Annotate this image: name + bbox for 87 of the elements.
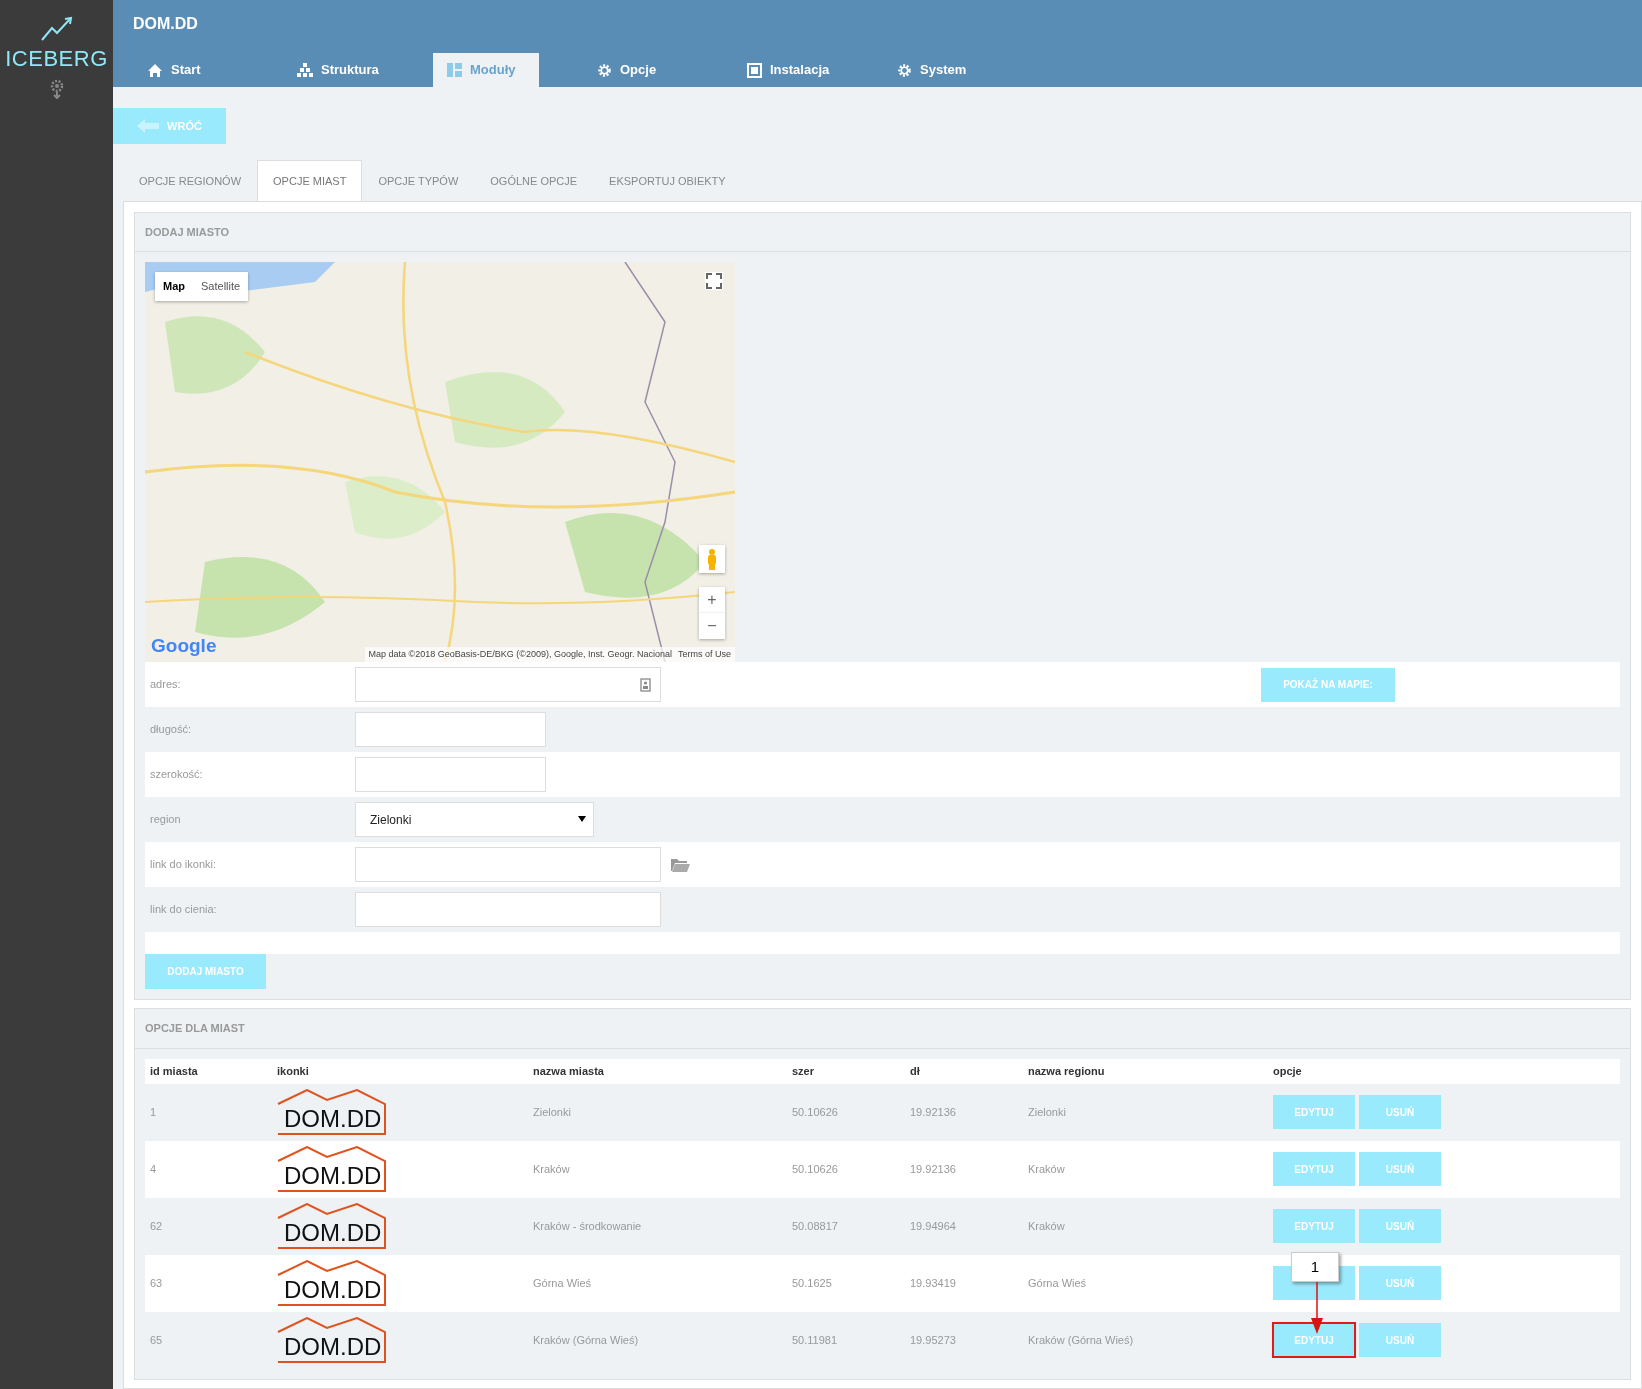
nav-tab[interactable]: System bbox=[883, 53, 1033, 87]
person-icon[interactable] bbox=[699, 545, 725, 573]
settings-icon bbox=[597, 62, 612, 78]
field-label: link do cienia: bbox=[150, 902, 218, 918]
table-cell-text: Zielonki bbox=[1028, 1104, 1067, 1120]
input-field[interactable] bbox=[355, 892, 661, 927]
settings-icon bbox=[897, 62, 912, 78]
table-cell-text: Górna Wieś bbox=[533, 1275, 593, 1291]
settings-icon[interactable] bbox=[48, 79, 65, 99]
input-field[interactable] bbox=[355, 847, 661, 882]
table-cell-text: Kraków (Górna Wieś) bbox=[533, 1332, 640, 1348]
table-cell-text: 19.94964 bbox=[910, 1218, 957, 1234]
tab[interactable]: OPCJE MIAST bbox=[257, 160, 363, 202]
column-header: nazwa miasta bbox=[533, 1063, 605, 1079]
table-cell-text: Kraków bbox=[1028, 1161, 1066, 1177]
terms-link[interactable]: Terms of Use bbox=[678, 647, 731, 661]
table-cell-text: 50.1625 bbox=[792, 1275, 833, 1291]
chart-line-icon bbox=[39, 16, 74, 42]
field-label: długość: bbox=[150, 722, 192, 738]
column-header: id miasta bbox=[150, 1063, 199, 1079]
table-cell-text: 19.95273 bbox=[910, 1332, 957, 1348]
nav-tab[interactable]: Struktura bbox=[283, 53, 433, 87]
house-logo: DOM.DD bbox=[277, 1260, 387, 1306]
table-cell-text: 65 bbox=[150, 1332, 164, 1348]
nav-tab[interactable]: Moduły bbox=[433, 53, 539, 87]
callout-arrow bbox=[1311, 1282, 1323, 1334]
card-title: OPCJE DLA MIAST bbox=[135, 1009, 1630, 1049]
map-logo: Google bbox=[151, 633, 217, 658]
table-cell-text: Górna Wieś bbox=[1028, 1275, 1088, 1291]
input-field[interactable] bbox=[355, 712, 546, 747]
table-cell-text: Kraków (Górna Wieś) bbox=[1028, 1332, 1135, 1348]
arrow-left-icon bbox=[137, 119, 160, 133]
house-logo: DOM.DD bbox=[277, 1203, 387, 1249]
field-label: link do ikonki: bbox=[150, 857, 218, 873]
table-cell-text: 50.10626 bbox=[792, 1161, 839, 1177]
table-cell-text: 63 bbox=[150, 1275, 164, 1291]
tab[interactable]: OPCJE TYPÓW bbox=[362, 160, 475, 202]
house-logo: DOM.DD bbox=[277, 1089, 387, 1135]
table-cell-text: 50.11981 bbox=[792, 1332, 839, 1348]
card-title: DODAJ MIASTO bbox=[135, 212, 1630, 252]
input-field[interactable] bbox=[355, 667, 661, 702]
table-cell-text: Kraków bbox=[533, 1161, 571, 1177]
column-header: ikonki bbox=[277, 1063, 310, 1079]
contact-card-icon bbox=[640, 678, 651, 692]
callout-tooltip: 1 bbox=[1291, 1252, 1339, 1282]
table-cell-text: 1 bbox=[150, 1104, 158, 1120]
nav-tab[interactable]: Instalacja bbox=[733, 53, 883, 87]
tab[interactable]: OPCJE REGIONÓW bbox=[123, 160, 258, 202]
map-type-tab[interactable]: Satellite bbox=[193, 272, 249, 301]
region-select[interactable]: Zielonki bbox=[355, 802, 594, 837]
column-header: nazwa regionu bbox=[1028, 1063, 1106, 1079]
house-logo: DOM.DD bbox=[277, 1146, 387, 1192]
frame-icon bbox=[747, 62, 762, 78]
house-logo: DOM.DD bbox=[277, 1317, 387, 1363]
layout-icon bbox=[447, 63, 462, 77]
sitemap-icon bbox=[297, 63, 313, 77]
nav-tab[interactable]: Start bbox=[133, 53, 283, 87]
table-cell-text: Kraków bbox=[1028, 1218, 1066, 1234]
site-title: DOM.DD bbox=[133, 14, 199, 34]
zoom-in-button[interactable]: + bbox=[699, 587, 725, 613]
zoom-out-button[interactable]: − bbox=[699, 613, 725, 639]
caret-icon bbox=[578, 816, 586, 822]
input-field[interactable] bbox=[355, 757, 546, 792]
nav-tab[interactable]: Opcje bbox=[583, 53, 733, 87]
table-cell-text: 50.08817 bbox=[792, 1218, 839, 1234]
field-label: region bbox=[150, 812, 182, 828]
tab[interactable]: OGÓLNE OPCJE bbox=[474, 160, 594, 202]
table-cell-text: 19.92136 bbox=[910, 1161, 957, 1177]
map-attribution: Map data ©2018 GeoBasis-DE/BKG (©2009), Google, Inst. Geogr. Nacional bbox=[368, 647, 672, 661]
column-header: szer bbox=[792, 1063, 816, 1079]
table-cell-text: 19.93419 bbox=[910, 1275, 957, 1291]
table-cell-text: 62 bbox=[150, 1218, 164, 1234]
column-header: dł bbox=[910, 1063, 921, 1079]
field-label: szerokość: bbox=[150, 767, 204, 783]
fullscreen-icon[interactable] bbox=[705, 272, 723, 290]
field-label: adres: bbox=[150, 677, 182, 693]
folder-icon[interactable] bbox=[671, 857, 690, 872]
table-cell-text: 19.92136 bbox=[910, 1104, 957, 1120]
home-icon bbox=[147, 62, 163, 78]
table-cell-text: Kraków - środkowanie bbox=[533, 1218, 643, 1234]
map-type-tab[interactable]: Map bbox=[155, 272, 193, 301]
table-cell-text: 50.10626 bbox=[792, 1104, 839, 1120]
tab[interactable]: EKSPORTUJ OBIEKTY bbox=[593, 160, 742, 202]
column-header: opcje bbox=[1273, 1063, 1302, 1079]
brand-name: ICEBERG bbox=[5, 45, 108, 73]
table-cell-text: 4 bbox=[150, 1161, 158, 1177]
table-cell-text: Zielonki bbox=[533, 1104, 572, 1120]
